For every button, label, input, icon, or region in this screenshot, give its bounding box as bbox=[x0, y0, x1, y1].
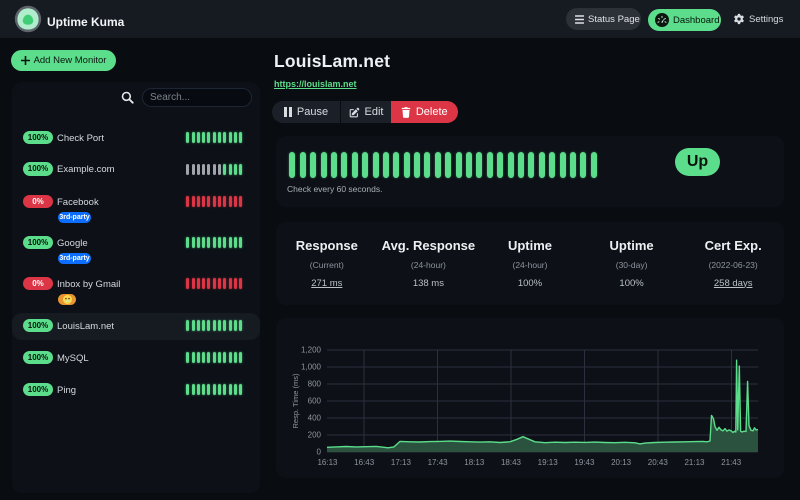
svg-text:20:43: 20:43 bbox=[648, 458, 669, 467]
svg-text:400: 400 bbox=[308, 414, 322, 423]
svg-text:16:13: 16:13 bbox=[317, 458, 338, 467]
svg-text:17:43: 17:43 bbox=[428, 458, 449, 467]
svg-text:16:43: 16:43 bbox=[354, 458, 375, 467]
svg-text:0: 0 bbox=[317, 448, 322, 457]
svg-text:800: 800 bbox=[308, 380, 322, 389]
svg-text:19:43: 19:43 bbox=[574, 458, 595, 467]
svg-text:1,000: 1,000 bbox=[301, 363, 322, 372]
svg-text:21:43: 21:43 bbox=[721, 458, 742, 467]
svg-text:18:43: 18:43 bbox=[501, 458, 522, 467]
svg-text:600: 600 bbox=[308, 397, 322, 406]
svg-text:21:13: 21:13 bbox=[684, 458, 705, 467]
svg-text:20:13: 20:13 bbox=[611, 458, 632, 467]
svg-text:1,200: 1,200 bbox=[301, 346, 322, 355]
svg-text:19:13: 19:13 bbox=[538, 458, 559, 467]
svg-text:Resp. Time (ms): Resp. Time (ms) bbox=[291, 373, 300, 429]
svg-text:18:13: 18:13 bbox=[464, 458, 485, 467]
svg-text:17:13: 17:13 bbox=[391, 458, 412, 467]
svg-text:200: 200 bbox=[308, 431, 322, 440]
